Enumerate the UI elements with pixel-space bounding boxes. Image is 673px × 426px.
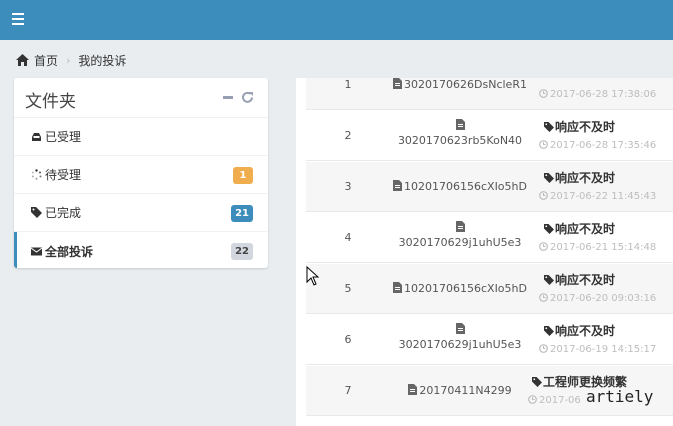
folder-item-label: 已完成	[45, 206, 82, 220]
clock-icon	[528, 395, 537, 404]
complaint-list: 1 3020170626DsNcleR1 2017-06-28 17:38:06…	[296, 78, 673, 426]
completed-count-badge: 21	[231, 205, 253, 222]
complaint-issue: 响应不及时	[544, 118, 615, 135]
folder-panel: 文件夹 已受理 待受理 1 已完成 21 全部投诉 22	[14, 78, 268, 268]
complaint-time: 2017-06-21 15:14:48	[539, 242, 656, 253]
all-count-badge: 22	[231, 243, 253, 260]
table-row[interactable]: 6 3020170629j1uhU5e3 响应不及时 2017-06-19 14…	[306, 315, 673, 365]
tag-icon	[544, 122, 554, 132]
home-icon	[16, 54, 29, 66]
tag-icon	[544, 326, 554, 336]
complaint-issue: 响应不及时	[544, 271, 615, 288]
file-icon	[393, 180, 402, 191]
table-row[interactable]: 2 3020170623rb5KoN40 响应不及时 2017-06-28 17…	[306, 111, 673, 161]
file-icon	[455, 221, 465, 232]
row-number: 2	[344, 129, 352, 142]
clock-icon	[539, 191, 548, 200]
tag-icon	[544, 224, 554, 234]
file-icon	[455, 119, 465, 130]
tag-icon	[31, 207, 42, 218]
folder-item-label: 待受理	[45, 168, 82, 182]
complaint-code[interactable]: 3020170626DsNcleR1	[390, 78, 530, 91]
complaint-time: 2017-06-19 14:15:17	[539, 344, 656, 355]
row-number: 1	[344, 78, 352, 91]
row-number: 4	[344, 231, 352, 244]
folder-item-accepted[interactable]: 已受理	[14, 118, 268, 156]
file-icon	[455, 323, 465, 334]
folder-item-label: 全部投诉	[45, 244, 94, 259]
mouse-cursor-icon	[306, 266, 320, 286]
collapse-icon[interactable]	[223, 96, 233, 99]
complaint-issue: 响应不及时	[544, 169, 615, 186]
row-number: 7	[344, 384, 352, 397]
tag-icon	[532, 377, 542, 387]
complaint-code[interactable]: 10201706156cXIo5hD	[390, 282, 530, 295]
complaint-code[interactable]: 3020170623rb5KoN40	[390, 119, 530, 147]
complaint-code[interactable]: 3020170629j1uhU5e3	[390, 323, 530, 351]
file-icon	[393, 282, 402, 293]
file-icon	[408, 384, 418, 395]
breadcrumb-separator: ›	[66, 53, 71, 67]
clock-icon	[539, 89, 548, 98]
complaint-time: 2017-06-28 17:38:06	[539, 89, 656, 100]
complaint-issue: 响应不及时	[544, 322, 615, 339]
envelope-icon	[31, 247, 42, 255]
complaint-code[interactable]: 10201706156cXIo5hD	[390, 180, 530, 193]
folder-item-all[interactable]: 全部投诉 22	[14, 232, 268, 268]
folder-item-completed[interactable]: 已完成 21	[14, 194, 268, 232]
inbox-icon	[32, 133, 41, 141]
pending-count-badge: 1	[233, 167, 253, 184]
clock-icon	[539, 140, 548, 149]
table-row[interactable]: 1 3020170626DsNcleR1 2017-06-28 17:38:06	[306, 78, 673, 110]
breadcrumb-current: 我的投诉	[78, 53, 127, 68]
clock-icon	[539, 344, 548, 353]
top-navbar	[0, 0, 673, 40]
complaint-time: 2017-06-20 09:03:16	[539, 293, 656, 304]
complaint-issue: 响应不及时	[544, 220, 615, 237]
menu-toggle-icon[interactable]	[12, 13, 24, 25]
row-number: 3	[344, 180, 352, 193]
row-number: 6	[344, 333, 352, 346]
tag-icon	[544, 173, 554, 183]
complaint-code[interactable]: 3020170629j1uhU5e3	[390, 221, 530, 249]
file-icon	[393, 78, 403, 89]
breadcrumb: 首页 › 我的投诉	[16, 51, 126, 69]
complaint-time: 2017-06-22 11:45:43	[539, 191, 656, 202]
table-row[interactable]: 4 3020170629j1uhU5e3 响应不及时 2017-06-21 15…	[306, 213, 673, 263]
complaint-time: 2017-06	[528, 395, 581, 406]
watermark-text: artiely	[586, 387, 654, 406]
table-row[interactable]: 5 10201706156cXIo5hD 响应不及时 2017-06-20 09…	[306, 264, 673, 314]
breadcrumb-home[interactable]: 首页	[34, 52, 58, 69]
table-row[interactable]: 3 10201706156cXIo5hD 响应不及时 2017-06-22 11…	[306, 162, 673, 212]
spinner-icon	[31, 169, 42, 180]
clock-icon	[539, 293, 548, 302]
row-number: 5	[344, 282, 352, 295]
complaint-time: 2017-06-28 17:35:46	[539, 140, 656, 151]
refresh-icon[interactable]	[241, 91, 254, 104]
complaint-code[interactable]: 20170411N4299	[390, 384, 530, 397]
folder-item-label: 已受理	[45, 130, 82, 144]
folder-item-pending[interactable]: 待受理 1	[14, 156, 268, 194]
folder-panel-header: 文件夹	[14, 78, 268, 118]
folder-panel-title: 文件夹	[25, 92, 76, 112]
tag-icon	[544, 275, 554, 285]
clock-icon	[539, 242, 548, 251]
